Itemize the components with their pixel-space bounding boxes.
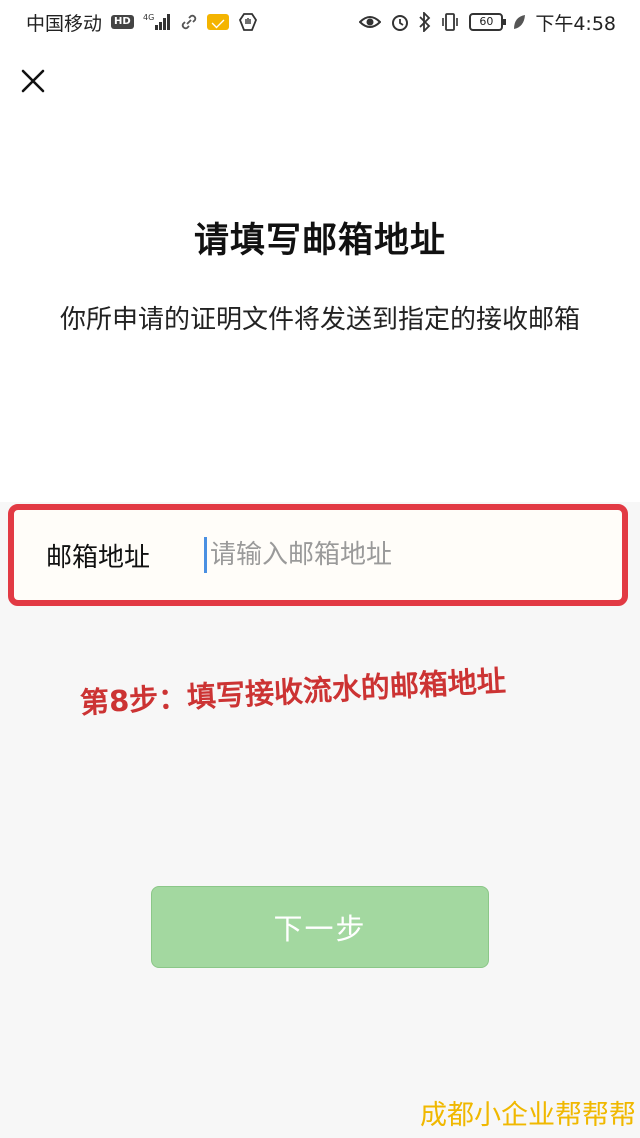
email-input-row: 邮箱地址 bbox=[8, 504, 628, 606]
status-bar: 中国移动 HD 4G 60 下午4:58 bbox=[0, 0, 640, 44]
alarm-icon bbox=[390, 12, 410, 32]
close-button[interactable] bbox=[16, 64, 50, 98]
vibrate-icon bbox=[440, 12, 460, 32]
status-left: 中国移动 HD 4G bbox=[26, 9, 258, 36]
eye-icon bbox=[359, 14, 382, 30]
clock-time: 下午4:58 bbox=[535, 12, 616, 35]
hand-icon bbox=[238, 12, 258, 32]
hd-icon: HD bbox=[111, 15, 134, 29]
battery-icon: 60 bbox=[469, 13, 507, 31]
signal-icon: 4G bbox=[143, 12, 171, 32]
carrier-name: 中国移动 bbox=[26, 12, 103, 35]
content-area: 请填写邮箱地址 你所申请的证明文件将发送到指定的接收邮箱 bbox=[0, 44, 640, 502]
email-input[interactable] bbox=[204, 537, 584, 573]
step-annotation: 第8步：填写接收流水的邮箱地址 bbox=[79, 663, 507, 720]
network-type: 4G bbox=[143, 13, 154, 22]
email-entry-page: 中国移动 HD 4G 60 下午4:58 请填写邮箱地址 你所申请的证明文件将发… bbox=[0, 0, 640, 1138]
page-title: 请填写邮箱地址 bbox=[193, 221, 446, 261]
leaf-icon bbox=[512, 13, 526, 31]
watermark: 成都小企业帮帮帮 bbox=[420, 1100, 636, 1131]
bluetooth-icon bbox=[419, 12, 431, 32]
mail-icon bbox=[206, 14, 229, 30]
page-description: 你所申请的证明文件将发送到指定的接收邮箱 bbox=[60, 305, 581, 335]
link-icon bbox=[180, 13, 198, 31]
next-step-button[interactable]: 下一步 bbox=[151, 886, 489, 968]
close-icon bbox=[21, 69, 45, 93]
email-label: 邮箱地址 bbox=[46, 542, 151, 573]
status-right: 60 下午4:58 bbox=[359, 9, 616, 36]
